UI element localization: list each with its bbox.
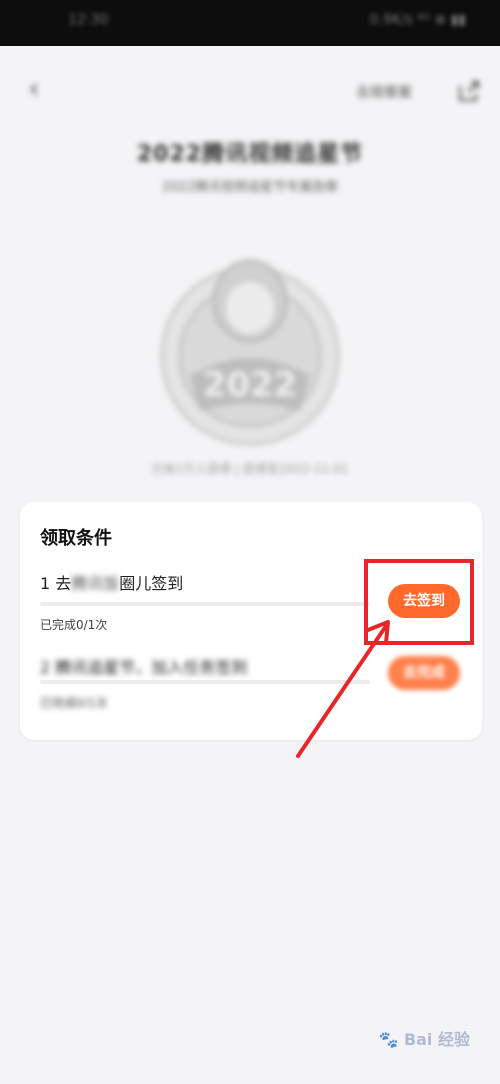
- medal-badge-image: 2022: [160, 259, 340, 446]
- task-name-suffix: 圈儿签到: [119, 574, 184, 593]
- task-name: 2 腾讯追星节，加入任务签到: [40, 658, 248, 677]
- task-name: 1 去腾讯饭圈儿签到: [40, 570, 183, 594]
- status-bar: 12:30 0.9K/s ⁴ᴳ ⊕ ▮▮: [0, 0, 500, 46]
- back-icon[interactable]: ‹: [20, 75, 48, 103]
- annotation-highlight-box: [364, 559, 474, 645]
- rules-link[interactable]: 去规章案: [356, 82, 412, 102]
- task-progress-bar: [40, 602, 370, 606]
- task-status: 已完成0/1次: [40, 618, 108, 632]
- medal-title: 2022腾讯视频追星节: [136, 142, 364, 167]
- status-time: 12:30: [68, 12, 109, 28]
- medal-subtitle: 2022腾讯视频追星节专属勋章: [161, 180, 339, 195]
- paw-icon: 🐾: [378, 1030, 399, 1049]
- task-name-prefix: 1 去: [40, 574, 72, 593]
- status-icons: 0.9K/s ⁴ᴳ ⊕ ▮▮: [369, 12, 466, 28]
- share-icon[interactable]: [456, 78, 482, 104]
- task-status: 已完成0/1次: [40, 696, 108, 710]
- task-progress-bar: [40, 680, 370, 684]
- watermark-text: Bai 经验: [403, 1030, 470, 1049]
- medal-info: 已有1万人获得 | 获得至2022-11-01: [151, 462, 349, 476]
- task-name-blurred: 腾讯饭: [71, 574, 120, 593]
- card-title: 领取条件: [40, 528, 112, 549]
- baidu-jingyan-watermark: 🐾 Bai 经验: [378, 1026, 470, 1050]
- svg-text:2022: 2022: [203, 365, 298, 405]
- go-complete-button[interactable]: 去完成: [388, 656, 460, 690]
